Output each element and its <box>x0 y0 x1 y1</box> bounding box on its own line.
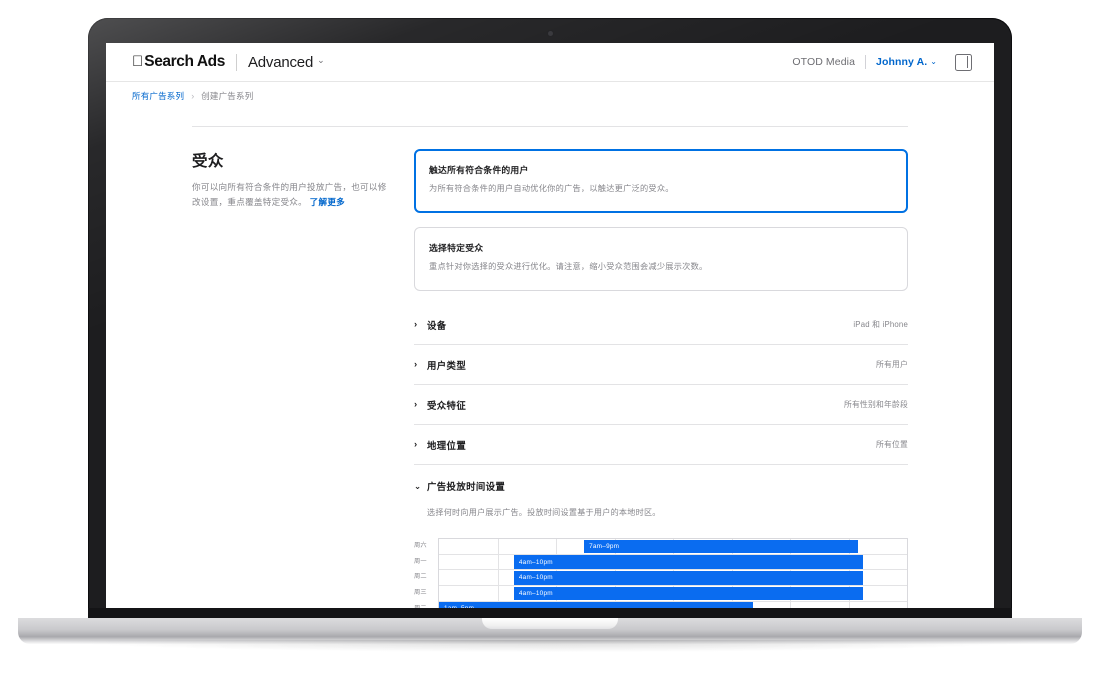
breadcrumb: 所有广告系列 › 创建广告系列 <box>106 82 994 110</box>
schedule-gridline <box>497 586 499 601</box>
schedule-bar[interactable]: 7am–9pm <box>584 539 858 554</box>
option-card-title: 选择特定受众 <box>429 243 484 254</box>
chevron-down-icon[interactable]: ⌄ <box>317 55 325 66</box>
schedule-gridline <box>497 554 499 570</box>
option-card-title: 触达所有符合条件的用户 <box>429 165 529 175</box>
option-card-specific-audience[interactable]: 选择特定受众 重点针对你选择的受众进行优化。请注意，缩小受众范围会减少展示次数。 <box>414 227 908 292</box>
accordion-row-value: iPad 和 iPhone <box>853 320 908 330</box>
accordion-row-label: 用户类型 <box>427 359 467 371</box>
brand-divider <box>235 53 237 71</box>
ad-scheduling-description: 选择何时向用户展示广告。投放时间设置基于用户的本地时区。 <box>427 508 661 518</box>
audience-section: 受众 你可以向所有符合条件的用户投放广告，也可以修改设置，重点覆盖特定受众。 了… <box>192 127 908 613</box>
schedule-bar[interactable]: 4am–10pm <box>513 586 863 601</box>
accordion-row-user-type[interactable]: › 用户类型 所有用户 <box>414 345 908 386</box>
schedule-row: 7am–9pm <box>439 539 907 555</box>
schedule-bar-label: 7am–9pm <box>589 543 620 551</box>
schedule-row: 4am–10pm <box>439 570 907 587</box>
page-title: 受众 <box>192 153 224 170</box>
accordion-row-demographics[interactable]: › 受众特征 所有性别和年龄段 <box>414 385 908 426</box>
accordion-row-label: 地理位置 <box>427 439 467 451</box>
section-description: 你可以向所有符合条件的用户投放广告，也可以修改设置，重点覆盖特定受众。 了解更多 <box>192 180 392 210</box>
option-card-all-eligible-users[interactable]: 触达所有符合条件的用户 为所有符合条件的用户自动优化你的广告，以触达更广泛的受众… <box>414 149 908 214</box>
schedule-row: 4am–10pm <box>439 586 907 602</box>
schedule-grid: 7am–9pm4am–10pm4am–10pm4am–10pm1am–5pm7a… <box>438 538 908 613</box>
breadcrumb-current: 创建广告系列 <box>201 91 254 101</box>
chevron-right-icon: › <box>191 91 195 101</box>
laptop-shadow <box>60 640 1040 652</box>
schedule-day-label: 周六 <box>414 542 427 550</box>
ad-schedule-chart: 周六 周一 周二 周三 周二 周五 7am–9pm 4am–10pm 4am–10p… <box>414 538 908 613</box>
side-panel-icon[interactable] <box>955 53 972 71</box>
screenshot-stage:  Search Ads Advanced ⌄ OTOD Media Johnn… <box>0 0 1100 700</box>
option-card-description: 为所有符合条件的用户自动优化你的广告，以触达更广泛的受众。 <box>429 184 674 193</box>
header-right: OTOD Media Johnny A. ⌄ <box>792 53 972 71</box>
accordion-row-device[interactable]: › 设备 iPad 和 iPhone <box>414 305 908 346</box>
chevron-down-icon[interactable]: ⌄ <box>930 57 937 66</box>
brand-name: Search Ads <box>133 53 225 70</box>
accordion-row-value: 所有位置 <box>876 440 908 450</box>
laptop-base-notch <box>482 618 618 629</box>
schedule-day-label: 周二 <box>414 573 427 581</box>
chevron-right-icon: › <box>414 439 418 450</box>
breadcrumb-parent-link[interactable]: 所有广告系列 <box>132 90 184 102</box>
user-menu-button[interactable]: Johnny A. <box>876 56 927 68</box>
accordion-row-locations[interactable]: › 地理位置 所有位置 <box>414 425 908 466</box>
schedule-gridline <box>497 570 499 586</box>
accordion-row-ad-scheduling[interactable]: ⌄ 广告投放时间设置 <box>414 479 908 493</box>
header-divider <box>865 55 867 69</box>
option-card-description: 重点针对你选择的受众进行优化。请注意，缩小受众范围会减少展示次数。 <box>429 262 708 272</box>
schedule-bar-label: 4am–10pm <box>518 574 553 582</box>
org-name: OTOD Media <box>792 56 856 68</box>
accordion-row-label: 设备 <box>427 319 447 331</box>
accordion-section-ad-scheduling: ⌄ 广告投放时间设置 选择何时向用户展示广告。投放时间设置基于用户的本地时区。 … <box>414 465 908 613</box>
section-info-column: 受众 你可以向所有符合条件的用户投放广告，也可以修改设置，重点覆盖特定受众。 了… <box>192 149 414 613</box>
chevron-right-icon: › <box>414 319 418 330</box>
schedule-bar[interactable]: 4am–10pm <box>513 570 863 585</box>
schedule-bar[interactable]: 4am–10pm <box>513 555 863 569</box>
schedule-day-label: 周一 <box>414 557 427 565</box>
tier-label: Advanced <box>236 53 313 71</box>
laptop-screen:  Search Ads Advanced ⌄ OTOD Media Johnn… <box>106 43 994 613</box>
section-description-text: 你可以向所有符合条件的用户投放广告，也可以修改设置，重点覆盖特定受众。 <box>192 182 387 207</box>
learn-more-link[interactable]: 了解更多 <box>310 197 345 207</box>
chevron-right-icon: › <box>414 359 418 370</box>
accordion-row-label: 受众特征 <box>427 399 467 411</box>
accordion-row-label: 广告投放时间设置 <box>427 481 506 493</box>
schedule-bar-label: 4am–10pm <box>518 558 553 566</box>
schedule-bar-label: 4am–10pm <box>518 589 553 597</box>
app-header:  Search Ads Advanced ⌄ OTOD Media Johnn… <box>106 43 994 82</box>
schedule-gridline <box>556 539 557 554</box>
schedule-day-labels: 周六 周一 周二 周三 周二 周五 <box>414 538 438 613</box>
schedule-row: 4am–10pm <box>439 554 907 571</box>
chevron-right-icon: › <box>414 399 418 410</box>
brand-lockup[interactable]:  Search Ads Advanced ⌄ <box>132 53 325 71</box>
audience-controls-column: 触达所有符合条件的用户 为所有符合条件的用户自动优化你的广告，以触达更广泛的受众… <box>414 149 908 613</box>
accordion-row-value: 所有性别和年龄段 <box>844 400 908 410</box>
page-body: 受众 你可以向所有符合条件的用户投放广告，也可以修改设置，重点覆盖特定受众。 了… <box>106 110 994 613</box>
webcam-icon <box>547 31 553 36</box>
schedule-gridline <box>497 539 499 554</box>
accordion-row-value: 所有用户 <box>876 360 908 370</box>
apple-logo-icon:  <box>132 54 143 69</box>
schedule-day-label: 周三 <box>414 589 427 597</box>
chevron-down-icon: ⌄ <box>414 481 422 491</box>
